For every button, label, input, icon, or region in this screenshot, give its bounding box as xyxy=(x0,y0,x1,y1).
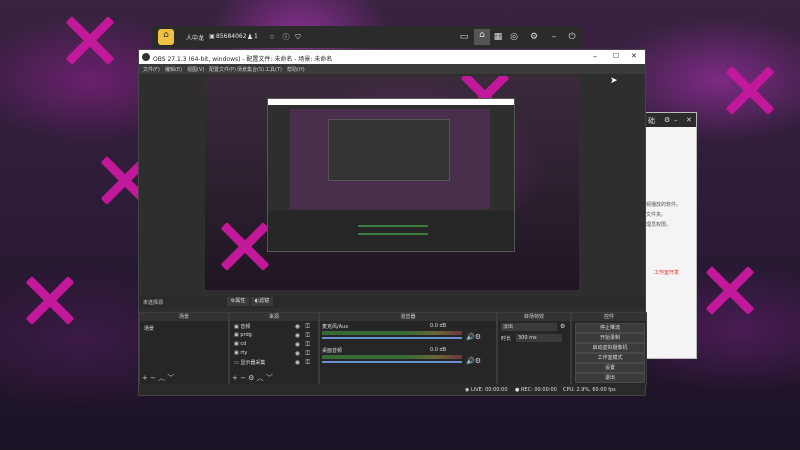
source-item[interactable]: ▣ rty ◉ ⚿ xyxy=(234,350,314,358)
gamepad-icon[interactable]: ◎ xyxy=(508,31,520,43)
mixer-channel-name: 桌面音频 xyxy=(322,348,343,354)
nested-meter xyxy=(358,233,428,235)
background-app-link[interactable]: 工作室开发 xyxy=(654,269,679,276)
duration-label: 时长 xyxy=(501,336,512,342)
duration-input[interactable]: 300 ms xyxy=(516,334,562,342)
mouse-cursor-icon: ➤ xyxy=(610,76,618,86)
obs-preview[interactable] xyxy=(205,76,579,290)
close-icon[interactable]: ✕ xyxy=(686,116,692,124)
shield-icon[interactable]: ⛉ xyxy=(292,31,304,43)
power-icon[interactable]: ⏻ xyxy=(566,31,578,43)
nested-docks xyxy=(268,211,514,251)
menu-edit[interactable]: 编辑(E) xyxy=(165,66,182,73)
obs-menubar: 文件(F) 编辑(E) 视图(V) 配置文件(P) 场景集合(S) 工具(T) … xyxy=(139,64,645,74)
wallpaper-x-mark xyxy=(95,150,135,190)
nested-titlebar xyxy=(268,99,514,105)
transition-select[interactable]: 淡出 xyxy=(501,323,557,331)
settings-button[interactable]: 设置 xyxy=(575,363,645,373)
speaker-icon[interactable]: 🔊⚙ xyxy=(466,333,481,341)
user-name: 人中龙 xyxy=(186,35,205,42)
audio-mixer-dock: 混音器 麦克风/Aux 0.0 dB 🔊⚙ 桌面音频 0.0 dB 🔊⚙ xyxy=(319,312,497,386)
status-bar: ◉ LIVE: 00:00:00 ● REC: 00:00:00 CPU: 2.… xyxy=(139,384,645,395)
virtual-camera-button[interactable]: 启动虚拟摄像机 xyxy=(575,343,645,353)
menu-help[interactable]: 帮助(H) xyxy=(287,66,305,73)
controls-dock: 控件 停止推流 开始录制 启动虚拟摄像机 工作室模式 设置 退出 xyxy=(571,312,647,386)
wallpaper-x-mark xyxy=(215,216,255,256)
gear-icon[interactable]: ⚙ xyxy=(560,323,565,330)
minimize-icon[interactable]: – xyxy=(593,52,597,61)
settings-icon[interactable]: ⚙ xyxy=(664,116,670,124)
menu-view[interactable]: 视图(V) xyxy=(187,66,204,73)
mixer-channel-value: 0.0 dB xyxy=(430,323,447,329)
live-indicator: ◉ LIVE: 00:00:00 xyxy=(465,387,508,393)
volume-slider[interactable] xyxy=(322,337,462,339)
wallpaper-x-mark xyxy=(60,10,120,70)
source-item[interactable]: ▭ 显示器采集 ◉ ⚿ xyxy=(234,359,314,367)
source-controls[interactable]: + − ⚙ ︿ ﹀ xyxy=(232,373,273,383)
controls-dock-title: 控件 xyxy=(572,313,646,321)
source-item[interactable]: ▣ cd ◉ ⚿ xyxy=(234,341,314,349)
home-tab-icon[interactable]: ⌂ xyxy=(474,29,490,45)
obs-logo-icon xyxy=(142,53,150,61)
transitions-dock: 转场特效 淡出 ⚙ 时长 300 ms xyxy=(497,312,571,386)
maximize-icon[interactable]: ☐ xyxy=(613,52,619,60)
background-app-title: 础 xyxy=(648,117,655,125)
camera-icon[interactable]: ▭ xyxy=(458,31,470,43)
source-item[interactable]: ▣ prdg ◉ ⚿ xyxy=(234,332,314,340)
filters-button[interactable]: ◐滤镜 xyxy=(251,297,273,306)
rec-indicator: ● REC: 00:00:00 xyxy=(515,387,557,393)
minimize-icon[interactable]: – xyxy=(674,116,678,124)
no-source-label: 未选择源 xyxy=(143,300,164,306)
menu-profile[interactable]: 配置文件(P) xyxy=(209,66,236,73)
wallpaper-x-mark xyxy=(720,60,780,120)
background-app-text: 理员权限。 xyxy=(646,222,672,228)
source-toolbar: 未选择源 ⚙属性 ◐滤镜 xyxy=(139,296,645,308)
obs-title: OBS 27.1.3 (64-bit, windows) - 配置文件: 未命名… xyxy=(153,56,333,63)
menu-scene-collection[interactable]: 场景集合(S) xyxy=(237,66,264,73)
cpu-indicator: CPU: 2.9%, 60.00 fps xyxy=(563,387,616,393)
source-item[interactable]: ▣ 音频 ◉ ⚿ xyxy=(234,323,314,331)
scenes-dock-title: 场景 xyxy=(140,313,228,321)
wallpaper-x-mark xyxy=(20,270,80,330)
scene-item[interactable]: 场景 xyxy=(144,325,222,333)
sources-dock: 来源 ▣ 音频 ◉ ⚿ ▣ prdg ◉ ⚿ ▣ cd ◉ ⚿ ▣ rty ◉ ⚿ ▭ 显示器采… xyxy=(229,312,319,386)
obs-titlebar: OBS 27.1.3 (64-bit, windows) - 配置文件: 未命名… xyxy=(139,50,645,64)
mixer-channel-value: 0.0 dB xyxy=(430,347,447,353)
nested-obs-capture xyxy=(267,98,515,252)
nested-preview-inner xyxy=(328,119,450,181)
speaker-icon[interactable]: 🔊⚙ xyxy=(466,357,481,365)
start-recording-button[interactable]: 开始录制 xyxy=(575,333,645,343)
scene-controls[interactable]: + − ︿ ﹀ xyxy=(142,373,174,383)
scenes-dock: 场景 场景 + − ︿ ﹀ xyxy=(139,312,229,386)
home-icon[interactable]: ⌂ xyxy=(158,29,174,45)
mixer-dock-title: 混音器 xyxy=(320,313,496,321)
background-app-text: 文件夹。 xyxy=(646,212,667,218)
menu-tools[interactable]: 工具(T) xyxy=(265,66,282,73)
obs-window[interactable]: OBS 27.1.3 (64-bit, windows) - 配置文件: 未命名… xyxy=(138,49,647,396)
close-icon[interactable]: ✕ xyxy=(631,52,637,60)
stop-streaming-button[interactable]: 停止推流 xyxy=(575,323,645,333)
properties-button[interactable]: ⚙属性 xyxy=(227,297,249,306)
background-app-text: 频播放的软件。 xyxy=(646,202,682,208)
transitions-dock-title: 转场特效 xyxy=(498,313,570,321)
viewer-count: 1 xyxy=(254,33,258,40)
exit-button[interactable]: 退出 xyxy=(575,373,645,383)
grid-icon[interactable]: ▦ xyxy=(492,31,504,43)
streaming-client-topbar: ⌂ 人中龙 ▣ 85684062 ♟ 1 ☆ ⓘ ⛉ ▭ ⌂ ▦ ◎ ⚙ – ⏻ xyxy=(152,26,582,48)
mixer-channel-name: 麦克风/Aux xyxy=(322,324,349,330)
volume-slider[interactable] xyxy=(322,361,462,363)
volume-meter xyxy=(322,355,462,359)
volume-meter xyxy=(322,331,462,335)
menu-file[interactable]: 文件(F) xyxy=(143,66,160,73)
star-icon[interactable]: ☆ xyxy=(266,31,278,43)
settings-icon[interactable]: ⚙ xyxy=(528,31,540,43)
studio-mode-button[interactable]: 工作室模式 xyxy=(575,353,645,363)
info-icon[interactable]: ⓘ xyxy=(280,31,292,43)
wallpaper-x-mark xyxy=(700,260,760,320)
minimize-icon[interactable]: – xyxy=(548,31,560,43)
sources-dock-title: 来源 xyxy=(230,313,318,321)
nested-meter xyxy=(358,225,428,227)
user-id: 85684062 xyxy=(216,33,247,40)
